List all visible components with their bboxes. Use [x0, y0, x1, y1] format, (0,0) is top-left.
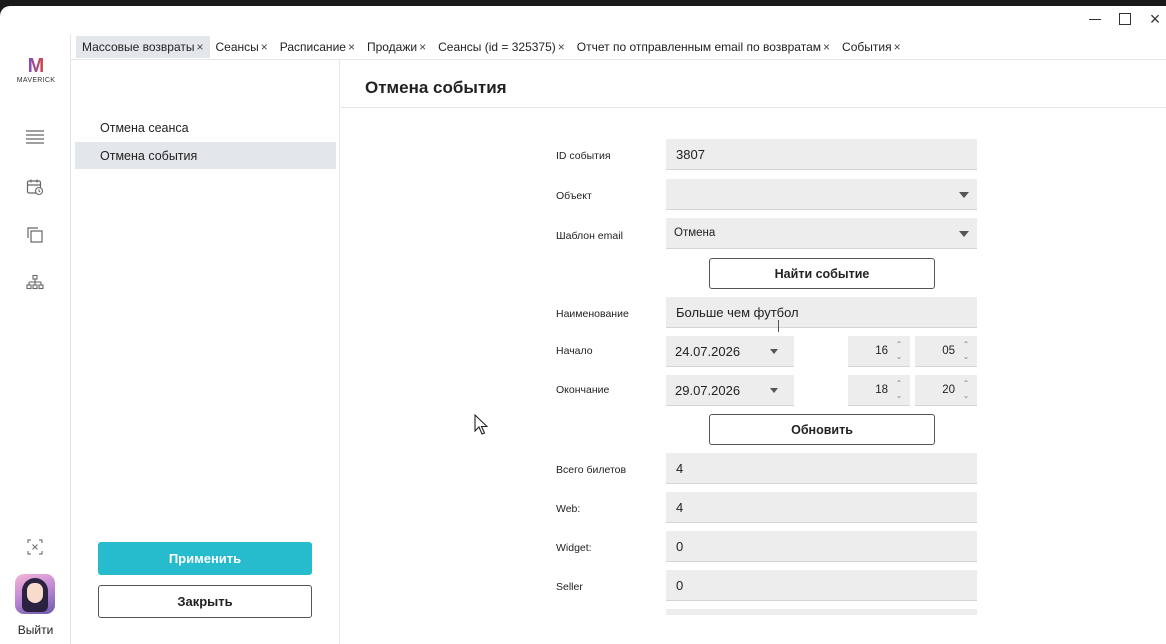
- tab-bar: Массовые возвраты × Сеансы × Расписание × Прод…: [76, 36, 907, 58]
- end-date-picker[interactable]: 29.07.2026: [666, 375, 794, 406]
- text-cursor: [778, 320, 779, 332]
- dropdown-caret-icon: [959, 231, 969, 237]
- page-title: Отмена события: [365, 78, 507, 97]
- object-label: Объект: [556, 190, 592, 202]
- tab-5[interactable]: Отчет по отправленным email по возвратам…: [571, 36, 836, 58]
- end-label: Окончание: [556, 384, 610, 396]
- tab-label: Сеансы (id = 325375): [438, 40, 556, 54]
- window-close-button[interactable]: ×: [1138, 8, 1166, 30]
- brand-logo[interactable]: M MAVERICK: [8, 56, 64, 84]
- name-input[interactable]: Больше чем футбол: [666, 297, 977, 328]
- menu-icon[interactable]: [22, 124, 48, 150]
- tab-0[interactable]: Массовые возвраты ×: [76, 36, 210, 58]
- title-divider: [341, 107, 1166, 108]
- tab-4[interactable]: Сеансы (id = 325375) ×: [432, 36, 571, 58]
- next-field-partial[interactable]: [666, 609, 977, 615]
- maximize-icon: [1119, 13, 1131, 25]
- end-date-value: 29.07.2026: [675, 382, 741, 398]
- tab-close-icon[interactable]: ×: [894, 40, 901, 54]
- end-hour-stepper[interactable]: 18 ⌃ ⌄: [848, 375, 910, 406]
- sidebar-item-cancel-event[interactable]: Отмена события: [75, 142, 336, 169]
- avatar-face: [27, 583, 43, 603]
- seller-field[interactable]: 0: [666, 570, 977, 601]
- user-avatar[interactable]: [15, 574, 55, 614]
- stepper-arrows-icon[interactable]: ⌃ ⌄: [961, 378, 971, 402]
- tab-close-icon[interactable]: ×: [261, 40, 268, 54]
- tab-label: Расписание: [279, 40, 346, 54]
- event-id-label: ID события: [556, 150, 611, 162]
- object-select[interactable]: [666, 179, 977, 210]
- email-template-label: Шаблон email: [556, 230, 623, 242]
- widget-label: Widget:: [556, 542, 592, 554]
- tab-2[interactable]: Расписание ×: [274, 36, 361, 58]
- event-id-input[interactable]: 3807: [666, 139, 977, 170]
- minimize-icon: [1089, 18, 1101, 20]
- collapse-icon[interactable]: [22, 534, 48, 560]
- stepper-arrows-icon[interactable]: ⌃ ⌄: [894, 378, 904, 402]
- app-window: × M MAVERICK Выйти Массовые возвраты × Сеа…: [0, 6, 1166, 644]
- end-hour-value: 18: [875, 384, 888, 396]
- start-minute-value: 05: [942, 345, 955, 357]
- apply-button[interactable]: Применить: [98, 542, 312, 575]
- start-date-picker[interactable]: 24.07.2026: [666, 336, 794, 367]
- copy-icon[interactable]: [22, 222, 48, 248]
- logo-text: MAVERICK: [16, 77, 56, 84]
- logout-button[interactable]: Выйти: [0, 623, 71, 637]
- tab-close-icon[interactable]: ×: [419, 40, 426, 54]
- stepper-arrows-icon[interactable]: ⌃ ⌄: [894, 339, 904, 363]
- dropdown-caret-icon: [770, 388, 778, 393]
- end-minute-value: 20: [942, 384, 955, 396]
- dropdown-caret-icon: [959, 192, 969, 198]
- start-hour-value: 16: [875, 345, 888, 357]
- tab-label: Сеансы: [215, 40, 259, 54]
- total-tickets-label: Всего билетов: [556, 464, 627, 476]
- tab-close-icon[interactable]: ×: [558, 40, 565, 54]
- close-icon: ×: [1149, 9, 1161, 29]
- end-minute-stepper[interactable]: 20 ⌃ ⌄: [915, 375, 977, 406]
- tab-close-icon[interactable]: ×: [196, 40, 203, 54]
- tab-label: Продажи: [366, 40, 418, 54]
- window-minimize-button[interactable]: [1078, 8, 1112, 30]
- email-template-select[interactable]: Отмена: [666, 218, 977, 249]
- name-label: Наименование: [556, 308, 629, 320]
- widget-field[interactable]: 0: [666, 531, 977, 562]
- tab-close-icon[interactable]: ×: [348, 40, 355, 54]
- start-hour-stepper[interactable]: 16 ⌃ ⌄: [848, 336, 910, 367]
- mouse-pointer-icon: [474, 413, 489, 440]
- logo-letter: M: [27, 55, 45, 77]
- update-button[interactable]: Обновить: [709, 414, 935, 445]
- section-sidebar: Отмена сеанса Отмена события Применить З…: [72, 60, 340, 644]
- tab-label: Массовые возвраты: [82, 40, 195, 54]
- nav-rail: M MAVERICK Выйти: [0, 34, 71, 644]
- stepper-arrows-icon[interactable]: ⌃ ⌄: [961, 339, 971, 363]
- window-maximize-button[interactable]: [1108, 8, 1142, 30]
- email-template-value: Отмена: [674, 227, 716, 239]
- find-event-button[interactable]: Найти событие: [709, 258, 935, 289]
- total-tickets-field[interactable]: 4: [666, 453, 977, 484]
- seller-label: Seller: [556, 581, 583, 593]
- sidebar-item-cancel-session[interactable]: Отмена сеанса: [75, 114, 336, 141]
- tab-1[interactable]: Сеансы ×: [210, 36, 274, 58]
- tab-label: События: [842, 40, 892, 54]
- calendar-clock-icon[interactable]: [22, 174, 48, 200]
- tab-3[interactable]: Продажи ×: [361, 36, 432, 58]
- web-label: Web:: [556, 503, 581, 515]
- tab-label: Отчет по отправленным email по возвратам: [576, 40, 822, 54]
- tab-6[interactable]: События ×: [836, 36, 907, 58]
- dropdown-caret-icon: [770, 349, 778, 354]
- tab-close-icon[interactable]: ×: [823, 40, 830, 54]
- org-structure-icon[interactable]: [22, 270, 48, 296]
- start-label: Начало: [556, 345, 593, 357]
- start-minute-stepper[interactable]: 05 ⌃ ⌄: [915, 336, 977, 367]
- start-date-value: 24.07.2026: [675, 343, 741, 359]
- web-field[interactable]: 4: [666, 492, 977, 523]
- logo-mark: M: [8, 56, 64, 76]
- close-button[interactable]: Закрыть: [98, 585, 312, 618]
